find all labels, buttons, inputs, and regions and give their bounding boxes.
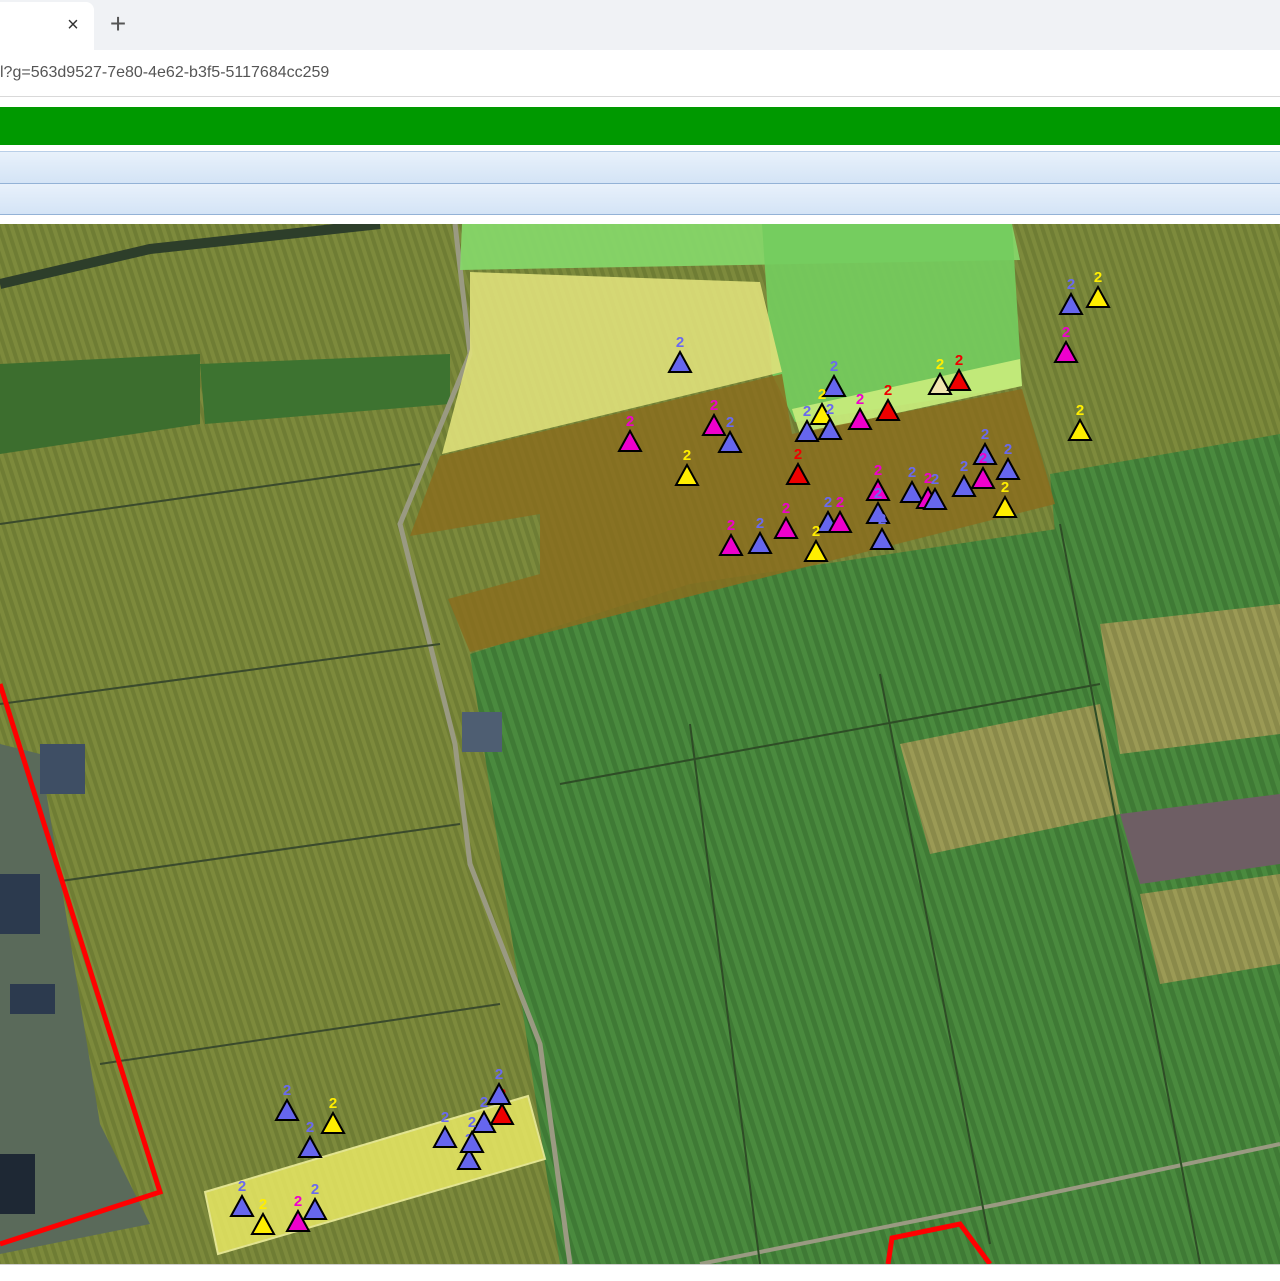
new-tab-icon[interactable]: + bbox=[104, 10, 132, 38]
map-marker-label: 2 bbox=[856, 391, 864, 408]
browser-tab[interactable]: × bbox=[0, 2, 94, 50]
map-marker-label: 2 bbox=[884, 382, 892, 399]
close-tab-icon[interactable]: × bbox=[62, 14, 84, 36]
map-marker-label: 2 bbox=[794, 446, 802, 463]
browser-tab-strip: × + bbox=[0, 0, 1280, 50]
map-marker-label: 2 bbox=[981, 426, 989, 443]
map-marker-label: 2 bbox=[294, 1193, 302, 1210]
map-marker-label: 2 bbox=[626, 413, 634, 430]
building-2 bbox=[10, 984, 55, 1014]
map-marker-label: 2 bbox=[826, 401, 834, 418]
url-text[interactable]: l?g=563d9527-7e80-4e62-b3f5-5117684cc259 bbox=[0, 64, 329, 82]
map-marker-label: 2 bbox=[1094, 269, 1102, 286]
map-marker-label: 2 bbox=[1062, 324, 1070, 341]
map-marker-label: 2 bbox=[960, 458, 968, 475]
building-1 bbox=[0, 874, 40, 934]
map-marker-label: 2 bbox=[480, 1094, 488, 1111]
map-marker-label: 2 bbox=[955, 352, 963, 369]
map-marker-label: 2 bbox=[468, 1114, 476, 1131]
map-marker-label: 2 bbox=[782, 500, 790, 517]
map-marker-label: 2 bbox=[874, 462, 882, 479]
map-marker-label: 2 bbox=[812, 523, 820, 540]
map-marker-label: 2 bbox=[259, 1196, 267, 1213]
map-marker-label: 2 bbox=[936, 356, 944, 373]
page-footer bbox=[0, 1264, 1280, 1281]
map-marker-label: 2 bbox=[683, 447, 691, 464]
map-marker-label: 2 bbox=[908, 464, 916, 481]
map-marker-label: 2 bbox=[727, 517, 735, 534]
building-4 bbox=[40, 744, 85, 794]
map-marker-label: 2 bbox=[1067, 276, 1075, 293]
map-marker-label: 2 bbox=[283, 1082, 291, 1099]
map-marker-label: 2 bbox=[836, 494, 844, 511]
building-3 bbox=[0, 1154, 35, 1214]
map-marker-label: 2 bbox=[878, 511, 886, 528]
map-marker-label: 2 bbox=[1001, 479, 1009, 496]
map-marker-label: 2 bbox=[676, 334, 684, 351]
map-marker-label: 2 bbox=[824, 494, 832, 511]
map-marker-label: 2 bbox=[311, 1181, 319, 1198]
address-bar[interactable]: l?g=563d9527-7e80-4e62-b3f5-5117684cc259 bbox=[0, 50, 1280, 97]
map-view[interactable]: 2222222222222222222222222222222222222222… bbox=[0, 224, 1280, 1264]
map-marker-label: 2 bbox=[495, 1066, 503, 1083]
map-marker-label: 2 bbox=[238, 1178, 246, 1195]
map-marker-label: 2 bbox=[1004, 441, 1012, 458]
map-marker-label: 2 bbox=[874, 485, 882, 502]
map-marker-label: 2 bbox=[726, 414, 734, 431]
map-marker-label: 2 bbox=[756, 515, 764, 532]
map-marker-label: 2 bbox=[803, 403, 811, 420]
map-marker-label: 2 bbox=[441, 1109, 449, 1126]
satellite-map[interactable]: 222222 222 222 22222 22222 222222 2 2222 2 222222… bbox=[0, 224, 1280, 1264]
app-header-bar bbox=[0, 107, 1280, 145]
map-marker-label: 2 bbox=[931, 471, 939, 488]
field-olive-3 bbox=[1100, 604, 1280, 754]
farm-building bbox=[462, 712, 502, 752]
map-marker-label: 2 bbox=[979, 450, 987, 467]
toolbar-row-1 bbox=[0, 151, 1280, 184]
map-marker-label: 2 bbox=[830, 358, 838, 375]
map-marker-label: 2 bbox=[329, 1095, 337, 1112]
map-marker-label: 2 bbox=[306, 1119, 314, 1136]
map-marker-label: 2 bbox=[710, 397, 718, 414]
map-marker-label: 2 bbox=[1076, 402, 1084, 419]
toolbar-row-2 bbox=[0, 184, 1280, 215]
